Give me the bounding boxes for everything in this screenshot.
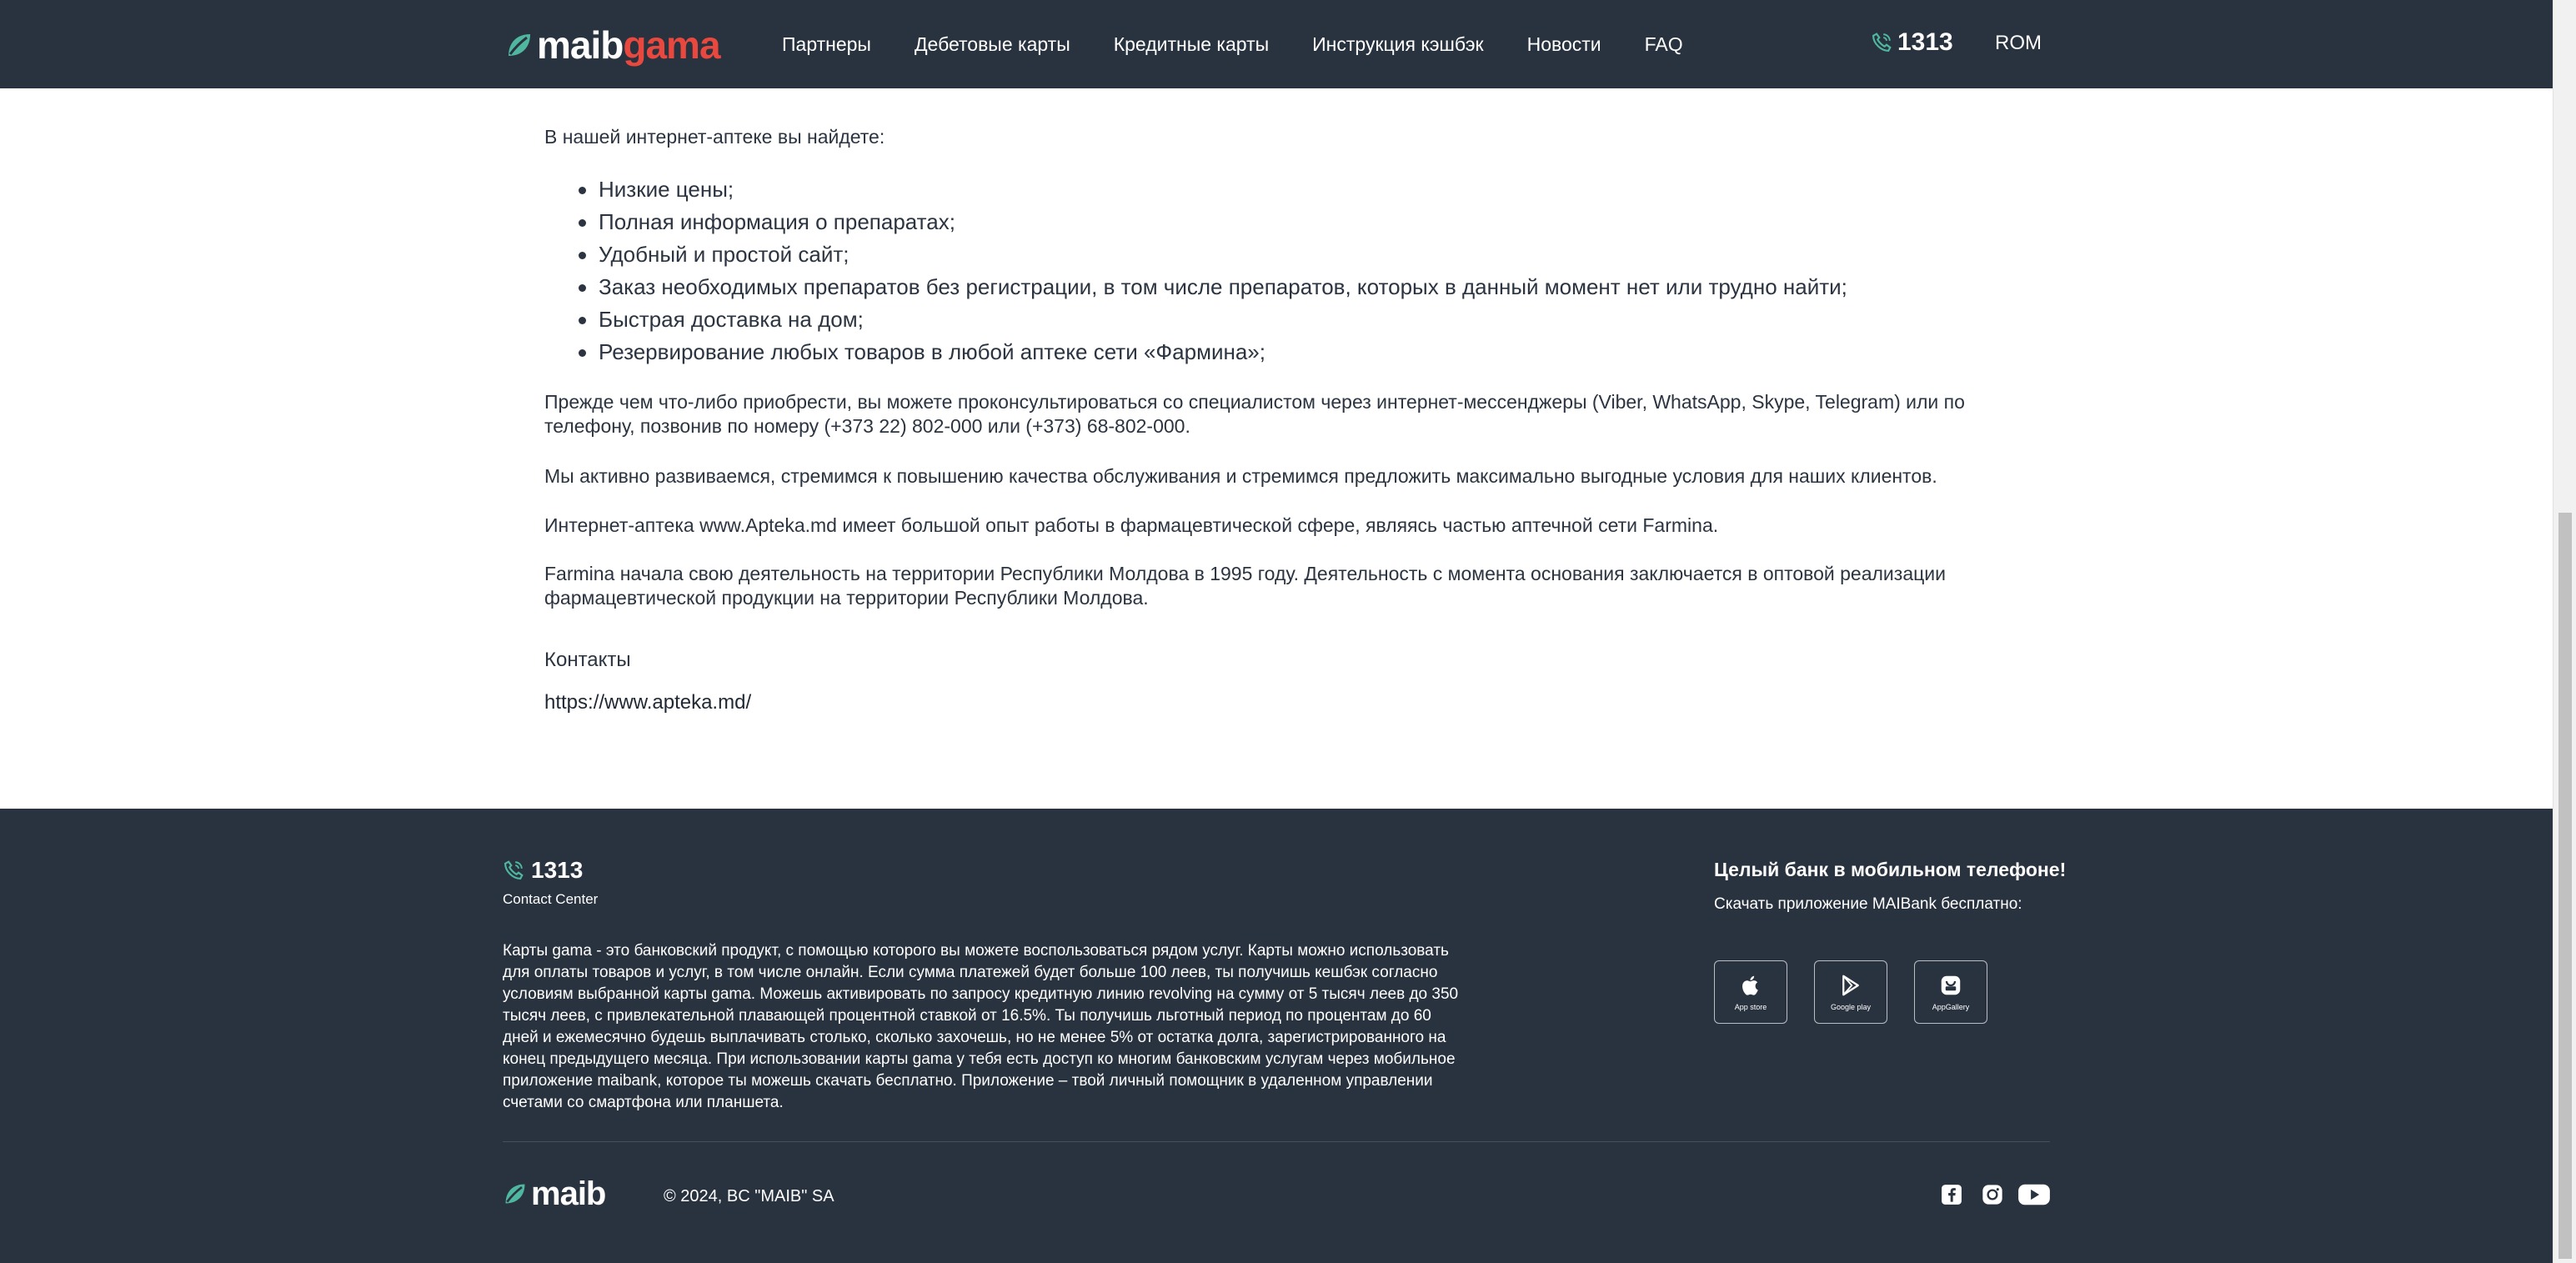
nav-credit-cards[interactable]: Кредитные карты: [1114, 33, 1269, 56]
instagram-link[interactable]: [1981, 1182, 2004, 1207]
footer-phone-link[interactable]: 1313: [503, 857, 583, 884]
leaf-logo-icon: [509, 34, 530, 56]
header-phone-number: 1313: [1897, 28, 1953, 56]
footer-phone-number: 1313: [531, 857, 584, 883]
development-paragraph: Мы активно развиваемся, стремимся к повы…: [544, 465, 1937, 487]
apple-icon: [1742, 975, 1758, 995]
header-phone-link[interactable]: 1313: [1871, 28, 1953, 57]
site-header: maibgama Партнеры Дебетовые карты Кредит…: [0, 0, 2553, 88]
mobile-bank-title: Целый банк в мобильном телефоне!: [1714, 859, 2067, 880]
download-app-subtitle: Скачать приложение MAIBank бесплатно:: [1714, 895, 2022, 913]
logo-gama-text: gama: [623, 23, 720, 67]
youtube-icon: [2018, 1184, 2050, 1205]
list-item: Низкие цены;: [579, 173, 1847, 206]
contacts-heading: Контакты: [544, 649, 631, 671]
google-play-button[interactable]: Google play: [1814, 960, 1887, 1024]
consultation-paragraph: Прежде чем что-либо приобрести, вы может…: [544, 391, 1965, 437]
gama-description: Карты gama - это банковский продукт, с п…: [503, 942, 1459, 1111]
list-item: Резервирование любых товаров в любой апт…: [579, 336, 1847, 368]
contact-center-label: Contact Center: [503, 891, 599, 907]
list-item: Заказ необходимых препаратов без регистр…: [579, 271, 1847, 303]
footer-divider: [503, 1141, 2050, 1142]
list-item: Полная информация о препаратах;: [579, 206, 1847, 238]
phone-icon: [504, 860, 524, 880]
youtube-link[interactable]: [2017, 1182, 2051, 1207]
footer-logo-text: maib: [531, 1175, 606, 1212]
history-paragraph: Farmina начала свою деятельность на терр…: [544, 563, 1946, 609]
features-list: Низкие цены; Полная информация о препара…: [579, 173, 1847, 368]
google-play-icon: [1842, 975, 1859, 996]
app-store-button[interactable]: App store: [1714, 960, 1787, 1024]
app-store-label: App store: [1734, 1003, 1767, 1011]
language-switcher[interactable]: ROM: [1995, 32, 2042, 55]
logo-maib-text: maib: [537, 23, 624, 67]
leaf-logo-icon: [505, 1184, 525, 1204]
list-item: Удобный и простой сайт;: [579, 238, 1847, 271]
nav-news[interactable]: Новости: [1527, 33, 1601, 56]
intro-text: В нашей интернет-аптеке вы найдете:: [544, 126, 885, 148]
list-item: Быстрая доставка на дом;: [579, 303, 1847, 336]
apteka-website-link[interactable]: https://www.apteka.md/: [544, 691, 751, 714]
instagram-icon: [1982, 1185, 2002, 1205]
nav-partners[interactable]: Партнеры: [782, 33, 871, 56]
nav-cashback-guide[interactable]: Инструкция кэшбэк: [1312, 33, 1483, 56]
maib-footer-logo[interactable]: maib: [503, 1175, 606, 1212]
huawei-appgallery-icon: [1941, 975, 1961, 995]
maibgama-logo[interactable]: maibgama: [505, 23, 721, 67]
google-play-label: Google play: [1830, 1003, 1872, 1011]
experience-paragraph: Интернет-аптека www.Apteka.md имеет боль…: [544, 514, 1719, 536]
nav-faq[interactable]: FAQ: [1645, 33, 1683, 56]
copyright-text: © 2024, BC "MAIB" SA: [664, 1187, 834, 1205]
main-nav: Партнеры Дебетовые карты Кредитные карты…: [782, 0, 1727, 88]
scrollbar-thumb[interactable]: [2558, 513, 2572, 1259]
facebook-icon: [1942, 1185, 1962, 1205]
facebook-link[interactable]: [1941, 1182, 1962, 1207]
appgallery-button[interactable]: AppGallery: [1914, 960, 1987, 1024]
page-scrollbar[interactable]: [2553, 0, 2576, 1263]
nav-debit-cards[interactable]: Дебетовые карты: [915, 33, 1070, 56]
site-footer: 1313 Contact Center Карты gama - это бан…: [0, 809, 2553, 1263]
appgallery-label: AppGallery: [1932, 1003, 1970, 1011]
phone-icon: [1872, 33, 1892, 53]
